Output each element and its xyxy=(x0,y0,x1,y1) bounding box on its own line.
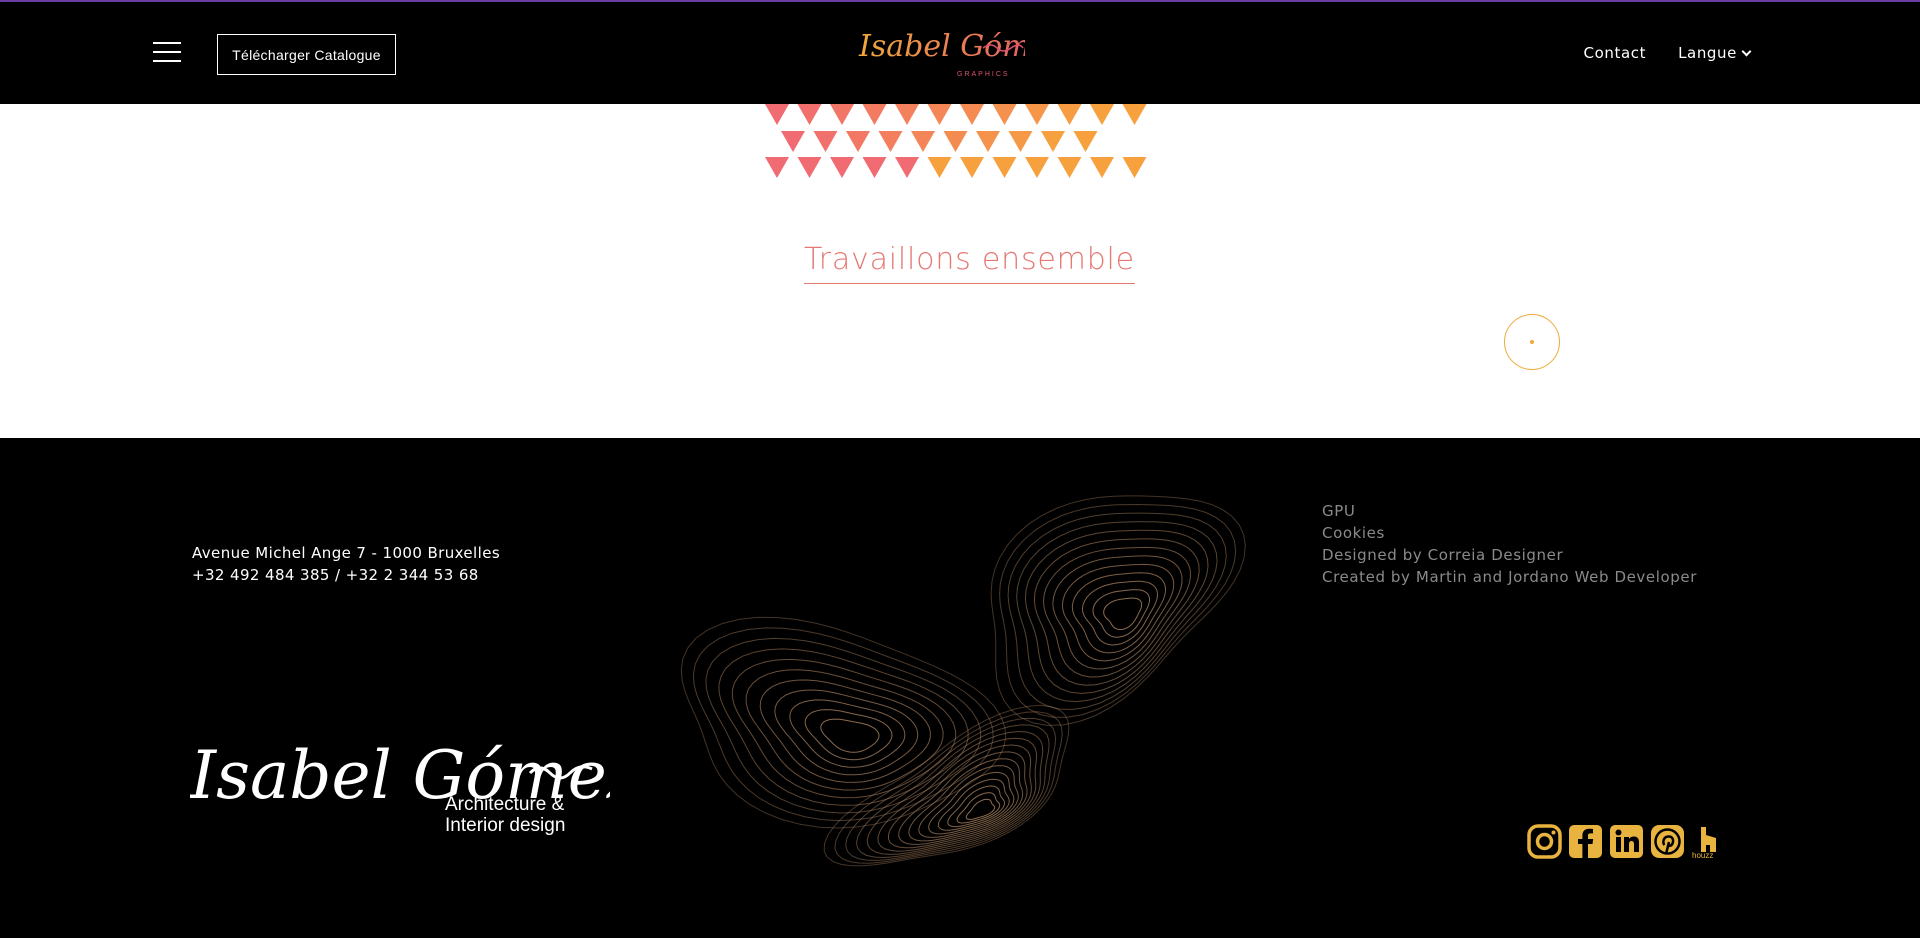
triangle-shape xyxy=(830,157,854,178)
triangle-shape xyxy=(911,131,935,152)
contour-line xyxy=(705,637,982,814)
triangle-pattern-decoration xyxy=(765,104,1147,178)
triangle-shape xyxy=(1090,157,1114,178)
logo-tagline: GRAPHICS xyxy=(957,71,1010,78)
triangle-shape xyxy=(830,104,854,125)
footer-link-gpu[interactable]: GPU xyxy=(1322,500,1697,522)
download-catalog-button[interactable]: Télécharger Catalogue xyxy=(217,34,396,75)
triangle-shape xyxy=(765,104,789,125)
triangle-shape xyxy=(878,131,903,152)
contour-line xyxy=(1071,572,1167,654)
contour-line xyxy=(820,718,880,753)
triangle-shape xyxy=(797,104,822,125)
pinterest-icon[interactable] xyxy=(1650,824,1685,859)
linkedin-icon[interactable] xyxy=(1609,824,1644,859)
header-nav: Contact Langue xyxy=(1584,44,1752,62)
triangle-shape xyxy=(992,104,1017,125)
triangle-shape xyxy=(943,131,968,152)
triangle-shape xyxy=(1057,104,1082,125)
contour-line xyxy=(1042,546,1192,678)
address-line: Avenue Michel Ange 7 - 1000 Bruxelles xyxy=(192,544,501,562)
triangle-shape xyxy=(797,157,822,178)
triangle-shape xyxy=(862,104,887,125)
contour-line xyxy=(1033,538,1200,686)
contour-line xyxy=(990,495,1246,726)
facebook-icon[interactable] xyxy=(1568,824,1603,859)
contour-line xyxy=(1061,563,1175,662)
logo-subtitle-line: Interior design xyxy=(445,815,566,836)
contour-line xyxy=(1103,597,1143,630)
site-footer: Avenue Michel Ange 7 - 1000 Bruxelles +3… xyxy=(0,438,1920,938)
triangle-shape xyxy=(895,104,919,125)
footer-link-cookies[interactable]: Cookies xyxy=(1322,522,1697,544)
triangle-shape xyxy=(976,131,1000,152)
triangle-shape xyxy=(781,131,805,152)
work-together-link[interactable]: Travaillons ensemble xyxy=(804,242,1135,284)
instagram-icon[interactable] xyxy=(1527,824,1562,859)
triangle-shape xyxy=(992,157,1017,178)
triangle-shape xyxy=(1008,131,1033,152)
triangle-shape xyxy=(927,157,952,178)
cta-section: Travaillons ensemble xyxy=(0,104,1920,438)
triangle-shape xyxy=(1090,104,1114,125)
contour-line xyxy=(731,658,957,799)
triangle-shape xyxy=(1025,157,1049,178)
triangle-shape xyxy=(1122,104,1147,125)
site-header: Télécharger Catalogue Isabel Gómez GRAPH… xyxy=(0,0,1920,104)
chevron-down-icon xyxy=(1741,46,1752,57)
logo-script-text: Isabel Gómez xyxy=(858,29,1025,64)
isabel-gomez-graphics-logo[interactable]: Isabel Gómez GRAPHICS xyxy=(855,18,1025,86)
houzz-icon[interactable]: houzz xyxy=(1691,824,1726,859)
contour-line xyxy=(1007,512,1227,711)
triangle-shape xyxy=(813,131,838,152)
triangle-shape xyxy=(895,157,919,178)
logo-subtitle: Architecture & Interior design xyxy=(445,794,565,836)
phone-line: +32 492 484 385 / +32 2 344 53 68 xyxy=(192,566,479,584)
social-links: houzz xyxy=(1527,824,1726,859)
triangle-shape xyxy=(1041,131,1065,152)
triangle-shape xyxy=(960,157,984,178)
contour-line xyxy=(745,669,944,791)
footer-links: GPU Cookies Designed by Correia Designer… xyxy=(1322,500,1697,588)
triangle-shape xyxy=(765,157,789,178)
language-dropdown[interactable]: Langue xyxy=(1678,44,1752,62)
language-label: Langue xyxy=(1678,44,1737,62)
triangle-shape xyxy=(1122,157,1147,178)
footer-link-developer[interactable]: Created by Martin and Jordano Web Develo… xyxy=(1322,566,1697,588)
scroll-indicator-circle[interactable] xyxy=(1504,314,1560,370)
contour-line xyxy=(999,503,1237,718)
contour-line xyxy=(680,616,1007,829)
contour-line xyxy=(692,627,994,822)
triangle-shape xyxy=(927,104,952,125)
nav-contact-link[interactable]: Contact xyxy=(1584,44,1647,62)
footer-link-designer[interactable]: Designed by Correia Designer xyxy=(1322,544,1697,566)
triangle-shape xyxy=(960,104,984,125)
triangle-shape xyxy=(1057,157,1082,178)
contour-line xyxy=(789,699,906,768)
houzz-label: houzz xyxy=(1692,851,1713,859)
contour-line xyxy=(1092,589,1150,638)
triangle-shape xyxy=(862,157,887,178)
contour-lines-decoration xyxy=(680,495,1246,867)
logo-subtitle-line: Architecture & xyxy=(445,794,565,815)
triangle-shape xyxy=(1025,104,1049,125)
footer-address: Avenue Michel Ange 7 - 1000 Bruxelles +3… xyxy=(192,542,500,586)
triangle-shape xyxy=(846,131,870,152)
hamburger-menu-icon[interactable] xyxy=(153,42,181,64)
triangle-shape xyxy=(1073,131,1098,152)
